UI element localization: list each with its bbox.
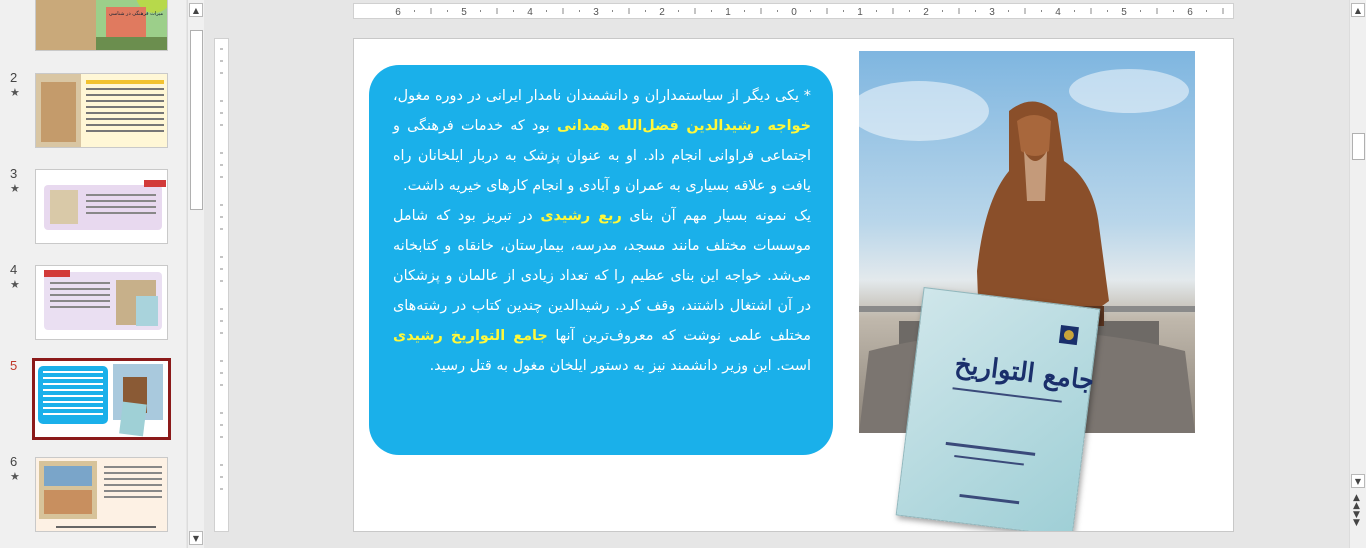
ruler-label-6: 0 <box>791 7 797 18</box>
slide-thumbnail-5[interactable] <box>32 358 171 440</box>
paragraph-1: * یکی دیگر از سیاستمداران و دانشمندان نا… <box>393 81 811 201</box>
editor-scroll-down-icon[interactable]: ▼ <box>1351 474 1365 488</box>
ruler-label-5: 1 <box>725 7 731 18</box>
slide-3-preview <box>36 170 167 243</box>
ruler-ticks: 6 5 4 3 2 1 0 1 2 3 4 5 6 <box>395 7 1224 18</box>
slide-6-transition-icon: ★ <box>10 470 20 483</box>
slide-thumbnail-3[interactable] <box>35 169 168 244</box>
presentation-editor: میراث فرهنگی در شناسی 2 ★ 3 ★ 4 ★ 5 6 ★ … <box>0 0 1366 548</box>
slide-thumbnail-4[interactable] <box>35 265 168 340</box>
slide-4-transition-icon: ★ <box>10 278 20 291</box>
next-slide-icon[interactable]: ▼ ▼ <box>1353 511 1360 528</box>
ruler-label-10: 4 <box>1055 7 1061 18</box>
thumbnail-scroll-thumb[interactable] <box>190 30 203 210</box>
slide-number-6: 6 <box>10 454 18 469</box>
ruler-label-11: 5 <box>1121 7 1127 18</box>
slide-3-transition-icon: ★ <box>10 182 20 195</box>
ruler-label-7: 1 <box>857 7 863 18</box>
slide-5-preview <box>35 361 168 437</box>
p2-text-before: یک نمونه بسیار مهم آن بنای <box>621 208 811 224</box>
slide-1-preview: میراث فرهنگی در شناسی <box>36 0 167 50</box>
p1-highlight-name: خواجه رشیدالدین فضل‌الله همدانی <box>556 118 811 134</box>
vertical-ruler <box>214 38 229 532</box>
p1-text-before: * یکی دیگر از سیاستمداران و دانشمندان نا… <box>393 88 811 104</box>
editor-scroll-thumb[interactable] <box>1352 133 1365 160</box>
slide-number-5: 5 <box>10 358 18 373</box>
slide-thumbnail-6[interactable] <box>35 457 168 532</box>
slide-2-transition-icon: ★ <box>10 86 20 99</box>
p2-highlight-rabe-rashidi: ربع رشیدی <box>540 208 622 224</box>
ruler-label-3: 3 <box>593 7 599 18</box>
ruler-label-4: 2 <box>659 7 665 18</box>
ruler-label-12: 6 <box>1187 7 1193 18</box>
editor-scrollbar[interactable]: ▲ ▼ ▲ ▲ ▼ ▼ <box>1349 0 1366 548</box>
prev-slide-icon[interactable]: ▲ ▲ <box>1353 494 1360 511</box>
ruler-label-9: 3 <box>989 7 995 18</box>
slide-number-2: 2 <box>10 70 18 85</box>
editor-scroll-up-icon[interactable]: ▲ <box>1351 3 1365 17</box>
ruler-label-2: 4 <box>527 7 533 18</box>
vertical-ruler-ticks <box>220 48 223 490</box>
slide-number-4: 4 <box>10 262 18 277</box>
slide-4-preview <box>36 266 167 339</box>
slide-number-3: 3 <box>10 166 18 181</box>
horizontal-ruler: 6 5 4 3 2 1 0 1 2 3 4 5 6 <box>353 3 1234 19</box>
p2-text-middle: در تبریز بود که شامل موسسات مختلف مانند … <box>393 208 811 344</box>
ruler-label-1: 5 <box>461 7 467 18</box>
jame-al-tawarikh-book-cover[interactable]: جامع التواریخ <box>895 287 1101 531</box>
slide-2-preview <box>36 74 167 147</box>
p2-highlight-book: جامع التواریخ رشیدی <box>393 328 548 344</box>
thumbnail-scrollbar[interactable]: ▲ ▼ <box>187 0 204 548</box>
scroll-up-icon[interactable]: ▲ <box>189 3 203 17</box>
slide-text-box[interactable]: * یکی دیگر از سیاستمداران و دانشمندان نا… <box>369 65 833 455</box>
paragraph-2: یک نمونه بسیار مهم آن بنای ربع رشیدی در … <box>393 201 811 381</box>
slide-thumbnail-pane[interactable]: میراث فرهنگی در شناسی 2 ★ 3 ★ 4 ★ 5 6 ★ <box>0 0 186 548</box>
slide-1-caption: میراث فرهنگی در شناسی <box>109 10 164 17</box>
slide-canvas[interactable]: * یکی دیگر از سیاستمداران و دانشمندان نا… <box>353 38 1234 532</box>
ruler-label-8: 2 <box>923 7 929 18</box>
book-cover-art: جامع التواریخ <box>945 325 1097 505</box>
book-title: جامع التواریخ <box>953 350 1097 397</box>
slide-thumbnail-2[interactable] <box>35 73 168 148</box>
slide-thumbnail-1[interactable]: میراث فرهنگی در شناسی <box>35 0 168 51</box>
ruler-label-0: 6 <box>395 7 401 18</box>
slide-6-preview <box>36 458 167 531</box>
scroll-down-icon[interactable]: ▼ <box>189 531 203 545</box>
p2-text-after: است. این وزیر دانشمند نیز به دستور ایلخا… <box>429 358 811 374</box>
